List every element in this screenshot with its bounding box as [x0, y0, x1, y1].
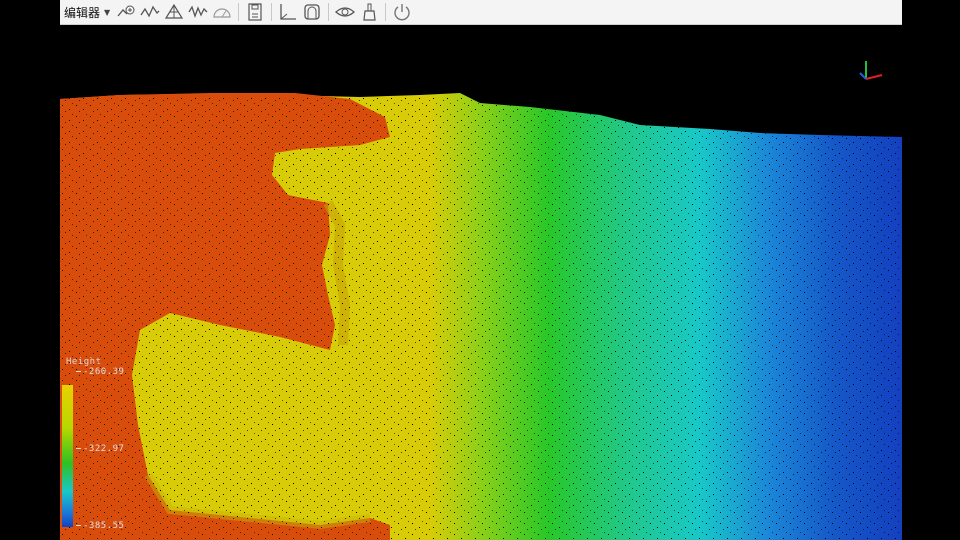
profile-line-button[interactable] — [139, 1, 161, 23]
letterbox-right — [902, 0, 960, 540]
add-point-button[interactable] — [115, 1, 137, 23]
cylinder-button[interactable] — [301, 1, 323, 23]
legend-title: Height — [66, 357, 102, 367]
view-button[interactable] — [334, 1, 356, 23]
toolbar-separator — [328, 3, 330, 21]
toolbar-separator — [271, 3, 273, 21]
half-circle-button[interactable] — [211, 1, 233, 23]
terrain-noise — [60, 95, 902, 540]
toolbar: 编辑器 ▼ — [60, 0, 902, 25]
legend-max-value: -260.39 — [83, 367, 125, 377]
height-legend: Height -260.39 -322.97 -385.55 — [62, 355, 152, 540]
legend-mid-value: -322.97 — [83, 444, 125, 454]
legend-color-bar — [62, 385, 73, 527]
editor-menu[interactable]: 编辑器 ▼ — [64, 4, 110, 21]
save-icon — [248, 3, 262, 21]
triangulate-icon — [165, 3, 184, 19]
power-icon — [394, 4, 410, 21]
brush-button[interactable] — [358, 1, 380, 23]
axis-orientation-gizmo — [859, 61, 883, 80]
legend-min: -385.55 — [76, 521, 124, 531]
waveform-button[interactable] — [187, 1, 209, 23]
axis-icon — [280, 4, 297, 20]
profile-line-icon — [140, 5, 160, 18]
chevron-down-icon: ▼ — [104, 7, 111, 17]
axis-button[interactable] — [277, 1, 299, 23]
save-button[interactable] — [244, 1, 266, 23]
3d-viewport[interactable]: Height -260.39 -322.97 -385.55 — [60, 25, 902, 540]
power-button[interactable] — [391, 1, 413, 23]
half-circle-icon — [213, 8, 231, 18]
legend-mid: -322.97 — [76, 444, 124, 454]
cylinder-icon — [304, 4, 320, 20]
add-point-icon — [117, 5, 135, 17]
letterbox-left — [0, 0, 60, 540]
triangulate-button[interactable] — [163, 1, 185, 23]
toolbar-separator — [385, 3, 387, 21]
legend-min-value: -385.55 — [83, 521, 125, 531]
toolbar-separator — [238, 3, 240, 21]
legend-max: -260.39 — [76, 367, 124, 377]
editor-menu-label: 编辑器 — [64, 5, 101, 20]
terrain-height-map — [60, 93, 902, 540]
eye-icon — [335, 7, 356, 17]
brush-icon — [363, 3, 376, 21]
waveform-icon — [188, 5, 208, 18]
